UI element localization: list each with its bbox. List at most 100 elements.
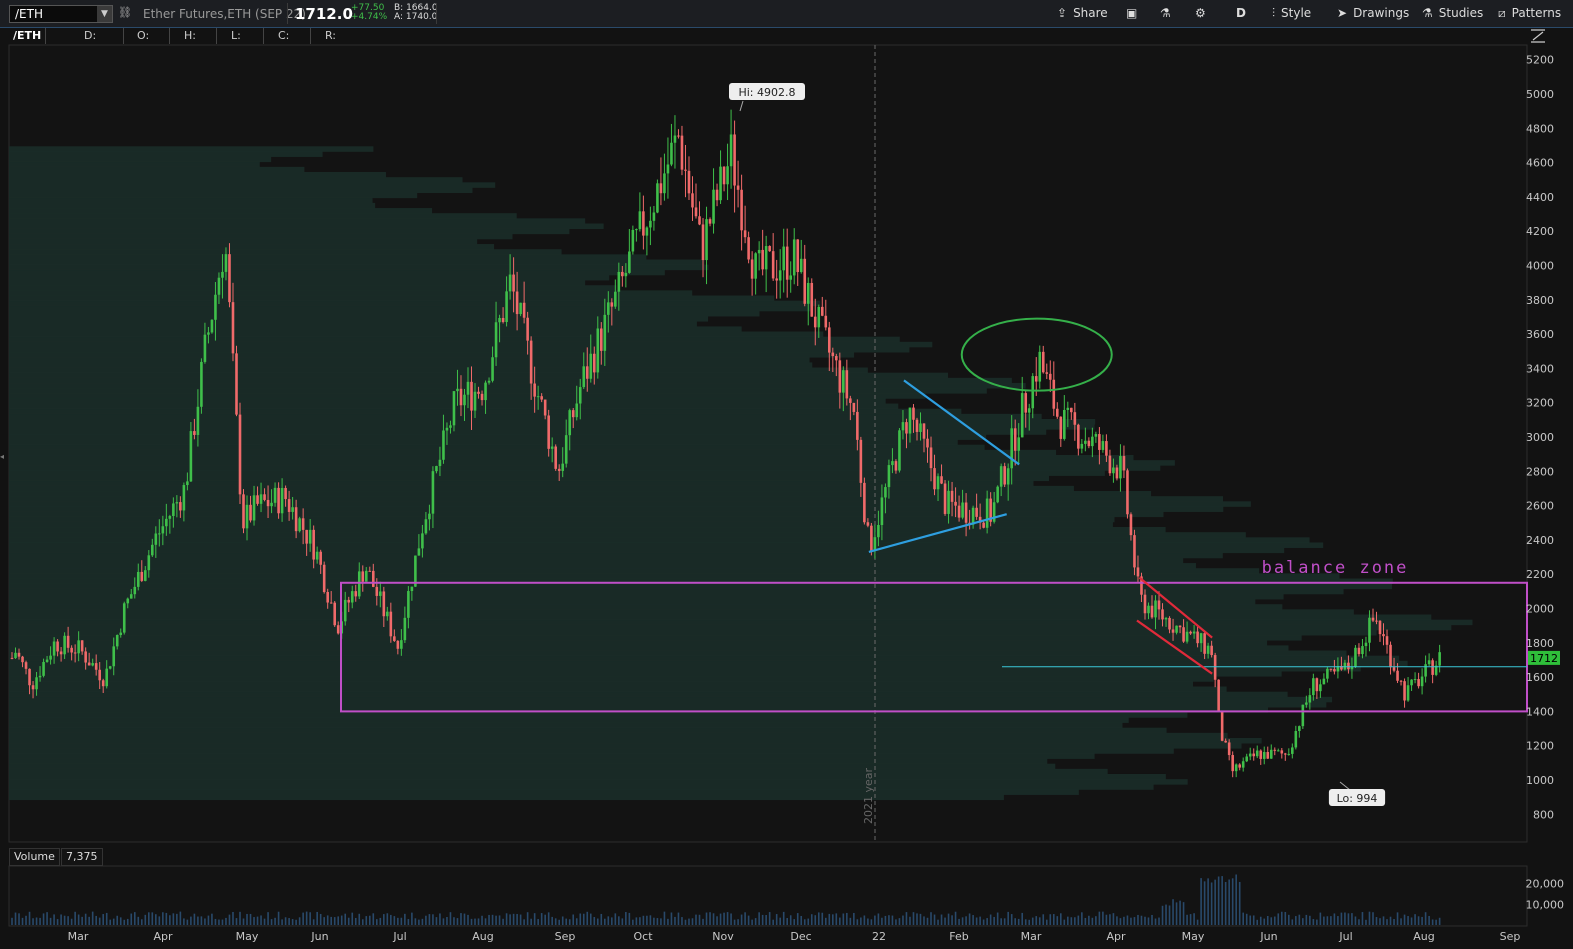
candle-body — [1396, 670, 1399, 681]
volume-bar — [1358, 919, 1360, 925]
candle-body — [1189, 631, 1192, 634]
volume-bar — [1010, 914, 1013, 925]
candle-body — [1164, 617, 1168, 620]
volume-bar — [888, 915, 890, 925]
candle-body — [298, 518, 301, 532]
volume-bar — [326, 915, 329, 925]
volume-tick-label: 10,000 — [1526, 898, 1565, 911]
volume-bar — [200, 916, 203, 925]
volume-bar — [484, 918, 487, 925]
y-tick-label: 2200 — [1526, 568, 1554, 581]
profile-bar — [9, 377, 1012, 384]
candle-body — [1424, 664, 1427, 677]
volume-bar — [898, 918, 901, 925]
volume-label[interactable]: Volume — [9, 848, 60, 866]
volume-bar — [526, 912, 529, 925]
candle-body — [631, 229, 635, 252]
profile-bar — [9, 264, 709, 271]
candle-body — [628, 251, 631, 273]
candle-body — [368, 570, 372, 572]
price-chart[interactable]: 5200 5000 4800 4600 4400 4200 4000 3800 3600 3400… — [0, 0, 1573, 949]
volume-bar — [197, 916, 199, 925]
candle-body — [350, 591, 354, 603]
candle-body — [1066, 407, 1070, 410]
volume-bar — [649, 915, 652, 925]
volume-bar — [607, 916, 610, 925]
candle-body — [400, 640, 403, 649]
volume-bar — [814, 915, 817, 925]
profile-bar — [9, 341, 933, 348]
y-tick-label: 4000 — [1526, 260, 1554, 273]
profile-bar — [9, 768, 1108, 775]
volume-bar — [77, 914, 80, 925]
volume-bar — [709, 912, 711, 925]
candle-body — [463, 394, 466, 406]
profile-bar — [9, 624, 1452, 631]
volume-bar — [951, 915, 953, 925]
candle-body — [856, 411, 859, 440]
volume-bar — [411, 912, 413, 925]
volume-bar — [849, 917, 852, 925]
volume-bar — [618, 916, 620, 925]
volume-bar — [565, 918, 568, 925]
zoom-icon[interactable] — [1531, 29, 1545, 43]
candle-body — [1112, 467, 1115, 474]
volume-bar — [463, 913, 466, 925]
y-tick-label: 5000 — [1526, 88, 1554, 101]
candle-body — [108, 666, 112, 669]
x-tick-label: Sep — [555, 930, 576, 943]
candle-body — [122, 603, 126, 633]
candle-body — [1045, 372, 1049, 374]
volume-bar — [923, 916, 925, 925]
volume-bar — [1126, 915, 1129, 925]
candle-body — [708, 219, 712, 224]
candle-body — [403, 617, 407, 641]
volume-bar — [1081, 912, 1083, 925]
volume-bar — [954, 911, 957, 925]
candle-body — [105, 668, 109, 687]
volume-bar — [975, 917, 978, 925]
volume-bar — [1305, 914, 1308, 925]
volume-bar — [165, 912, 168, 925]
volume-bar — [1295, 916, 1297, 925]
candle-body — [1385, 636, 1389, 645]
candle-body — [1287, 753, 1291, 755]
candle-body — [1343, 662, 1347, 670]
volume-bar — [702, 918, 704, 925]
candle-body — [56, 641, 59, 652]
candle-body — [894, 461, 898, 471]
y-tick-label: 3200 — [1526, 397, 1554, 410]
volume-bar — [1375, 917, 1378, 925]
volume-bar — [1038, 917, 1041, 925]
y-tick-label: 4200 — [1526, 225, 1554, 238]
volume-bar — [919, 913, 922, 925]
candle-body — [231, 302, 235, 354]
volume-bar — [1435, 919, 1437, 925]
volume-bar — [670, 912, 673, 925]
candle-body — [1182, 627, 1185, 642]
candle-body — [652, 212, 656, 221]
candle-body — [371, 570, 375, 587]
candle-body — [792, 239, 796, 276]
candle-body — [617, 271, 621, 292]
profile-bar — [9, 650, 1347, 657]
profile-bar — [9, 300, 821, 307]
candle-body — [824, 315, 828, 328]
candle-body — [273, 487, 277, 503]
candle-body — [550, 446, 554, 449]
candle-body — [498, 317, 501, 323]
volume-bar — [817, 912, 820, 925]
volume-bar — [1070, 917, 1073, 925]
candle-body — [1333, 669, 1336, 672]
candle-body — [859, 439, 863, 483]
volume-bar — [133, 912, 136, 925]
volume-bar — [344, 913, 347, 925]
candle-body — [238, 414, 242, 495]
volume-bar — [996, 912, 999, 925]
candle-body — [112, 646, 116, 667]
volume-bar — [835, 913, 838, 925]
volume-bar — [853, 912, 855, 925]
candle-body — [863, 482, 866, 523]
volume-bar — [1133, 917, 1136, 925]
volume-bar — [435, 917, 438, 925]
